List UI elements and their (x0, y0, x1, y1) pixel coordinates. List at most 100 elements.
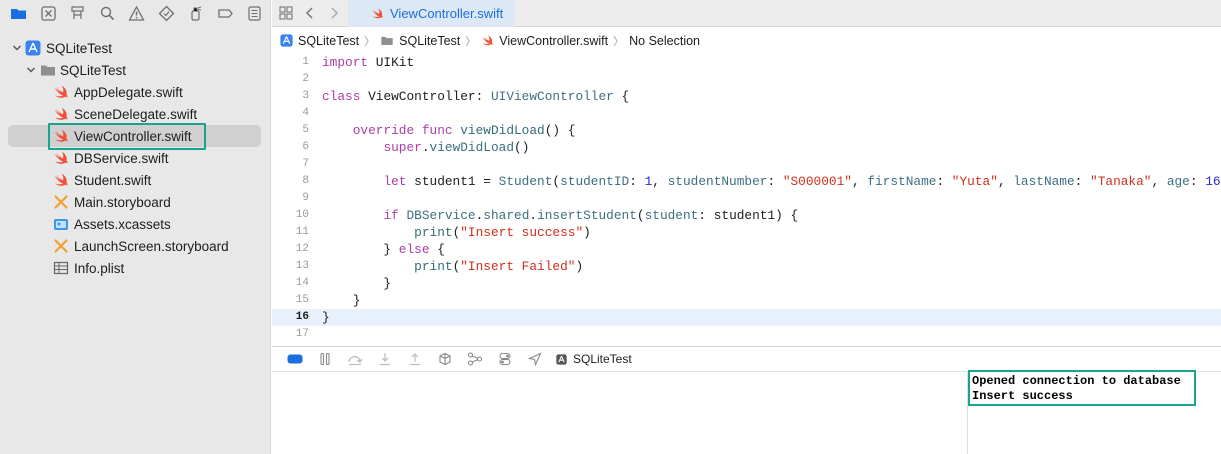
code-line[interactable]: 2 (272, 71, 1221, 88)
symbol-navigator-tab[interactable] (63, 0, 93, 27)
chevron-right-icon: 〉 (613, 35, 625, 48)
pause-icon (320, 352, 330, 366)
find-navigator-tab[interactable] (93, 0, 123, 27)
breadcrumb-file[interactable]: ViewController.swift (481, 34, 608, 48)
breadcrumb-group[interactable]: SQLiteTest (380, 34, 460, 48)
tab-viewcontroller[interactable]: ViewController.swift (348, 0, 514, 27)
code-token: : (1074, 174, 1091, 189)
breadcrumb-project[interactable]: SQLiteTest (280, 34, 359, 48)
breadcrumb: SQLiteTest 〉 SQLiteTest 〉 ViewController… (272, 27, 1221, 54)
grid-menu-button[interactable] (274, 0, 298, 27)
breadcrumb-label: SQLiteTest (298, 33, 360, 48)
chevron-right-icon (331, 7, 339, 19)
code-line[interactable]: 8 let student1 = Student(studentID: 1, s… (272, 173, 1221, 190)
tree-item-file[interactable]: Info.plist (0, 257, 271, 279)
console-line: Opened connection to database (972, 374, 1181, 388)
code-line[interactable]: 5 override func viewDidLoad() { (272, 122, 1221, 139)
code-token: viewDidLoad (460, 123, 545, 138)
navigator-toolbar (0, 0, 270, 27)
line-number: 17 (295, 328, 309, 340)
editor-area: ViewController.swift SQLiteTest 〉 SQLite… (272, 0, 1221, 454)
code-text: } (322, 292, 361, 309)
chevron-right-icon: 〉 (465, 35, 477, 48)
code-line[interactable]: 1 import UIKit (272, 54, 1221, 71)
code-text: print("Insert success") (322, 224, 591, 241)
report-navigator-tab[interactable] (240, 0, 270, 27)
code-token: , (1151, 174, 1167, 189)
source-control-navigator-tab[interactable] (34, 0, 64, 27)
code-token: () (514, 140, 530, 155)
code-line[interactable]: 3 class ViewController: UIViewController … (272, 88, 1221, 105)
tree-item-file[interactable]: DBService.swift (0, 147, 271, 169)
code-token: , (997, 174, 1014, 189)
code-line[interactable]: 13 print("Insert Failed") (272, 258, 1221, 275)
code-token: firstName (867, 174, 937, 189)
breadcrumb-label: No Selection (629, 33, 700, 48)
project-navigator-tab[interactable] (4, 0, 34, 27)
code-line[interactable]: 14 } (272, 275, 1221, 292)
code-token: "Yuta" (951, 174, 998, 189)
tree-item-file[interactable]: Assets.xcassets (0, 213, 271, 235)
code-token: ) (575, 259, 584, 274)
view-hierarchy-icon (439, 352, 451, 366)
line-number: 14 (295, 277, 309, 289)
code-line[interactable]: 15 } (272, 292, 1221, 309)
test-navigator-tab[interactable] (152, 0, 182, 27)
code-token: ( (636, 208, 645, 223)
code-line[interactable]: 17 (272, 326, 1221, 343)
memory-graph-button[interactable] (460, 347, 490, 371)
tree-item-file[interactable]: AppDelegate.swift (0, 81, 271, 103)
forward-button[interactable] (322, 0, 346, 27)
code-token: else (398, 242, 430, 257)
code-line[interactable]: 11 print("Insert success") (272, 224, 1221, 241)
debug-area-toggle-icon (287, 354, 303, 364)
tree-item-file[interactable]: Student.swift (0, 169, 271, 191)
tree-item-file[interactable]: Main.storyboard (0, 191, 271, 213)
search-icon (100, 6, 114, 21)
code-line[interactable]: 16} (272, 309, 1221, 326)
tree-item-file[interactable]: LaunchScreen.storyboard (0, 235, 271, 257)
tree-item-label: Info.plist (74, 260, 125, 276)
back-button[interactable] (298, 0, 322, 27)
chevron-down-icon[interactable] (12, 43, 22, 53)
code-token: "Insert Failed" (460, 259, 576, 274)
code-line[interactable]: 7 (272, 156, 1221, 173)
environment-overrides-icon (499, 352, 511, 366)
code-text: class ViewController: UIViewController { (322, 88, 629, 105)
process-selector[interactable]: SQLiteTest (556, 352, 632, 366)
code-text: print("Insert Failed") (322, 258, 583, 275)
debug-navigator-tab[interactable] (181, 0, 211, 27)
tree-item-label: LaunchScreen.storyboard (74, 238, 229, 254)
code-token: } (322, 242, 399, 257)
view-hierarchy-button[interactable] (430, 347, 460, 371)
chevron-down-icon[interactable] (26, 65, 36, 75)
environment-overrides-button[interactable] (490, 347, 520, 371)
tree-item-file[interactable]: SceneDelegate.swift (0, 103, 271, 125)
step-over-button[interactable] (340, 347, 370, 371)
code-line[interactable]: 12 } else { (272, 241, 1221, 258)
memory-graph-icon (467, 352, 483, 366)
code-line[interactable]: 6 super.viewDidLoad() (272, 139, 1221, 156)
step-into-button[interactable] (370, 347, 400, 371)
code-line[interactable]: 4 (272, 105, 1221, 122)
variables-view[interactable] (272, 372, 968, 454)
debug-bar: SQLiteTest (272, 346, 1221, 372)
breakpoint-navigator-tab[interactable] (211, 0, 241, 27)
code-token: insertStudent (537, 208, 637, 223)
code-text: } else { (322, 241, 444, 258)
step-out-button[interactable] (400, 347, 430, 371)
tree-item-group[interactable]: SQLiteTest (0, 59, 271, 81)
line-number: 16 (295, 311, 309, 323)
code-token: viewDidLoad (429, 140, 515, 155)
code-line[interactable]: 10 if DBService.shared.insertStudent(stu… (272, 207, 1221, 224)
breadcrumb-selection[interactable]: No Selection (629, 34, 700, 48)
issue-navigator-tab[interactable] (122, 0, 152, 27)
code-token: . (421, 140, 430, 155)
code-line[interactable]: 9 (272, 190, 1221, 207)
tree-item-label: SQLiteTest (46, 40, 113, 56)
hide-debug-area-button[interactable] (280, 347, 310, 371)
pause-button[interactable] (310, 347, 340, 371)
source-editor[interactable]: 1 import UIKit 2 3 class ViewController: UIV… (272, 54, 1221, 344)
tree-item-project[interactable]: SQLiteTest (0, 37, 271, 59)
simulate-location-button[interactable] (520, 347, 550, 371)
